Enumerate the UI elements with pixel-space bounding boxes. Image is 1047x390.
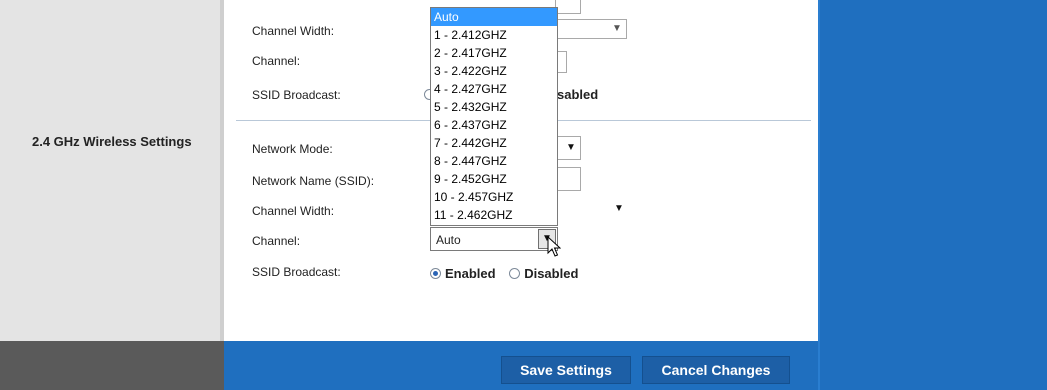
sidebar — [0, 0, 220, 341]
upper-channel-label: Channel: — [252, 54, 301, 68]
save-settings-button[interactable]: Save Settings — [501, 356, 631, 384]
dropdown-option[interactable]: Auto — [431, 8, 557, 26]
ssid-broadcast-options: Enabled Disabled — [430, 266, 578, 281]
dropdown-option[interactable]: 6 - 2.437GHZ — [431, 116, 557, 134]
right-panel — [818, 0, 1047, 390]
ssid-disabled-option[interactable]: Disabled — [509, 266, 578, 281]
upper-ssid-disabled-option[interactable]: sabled — [557, 87, 598, 102]
chevron-down-icon: ▼ — [614, 203, 624, 214]
section-title: 2.4 GHz Wireless Settings — [32, 134, 192, 149]
network-mode-label: Network Mode: — [252, 142, 333, 156]
dropdown-option[interactable]: 7 - 2.442GHZ — [431, 134, 557, 152]
ssid-enabled-radio[interactable] — [430, 268, 441, 279]
cancel-changes-button[interactable]: Cancel Changes — [642, 356, 790, 384]
upper-ssid-broadcast-label: SSID Broadcast: — [252, 88, 341, 102]
ssid-enabled-label: Enabled — [445, 266, 496, 281]
dropdown-option[interactable]: 4 - 2.427GHZ — [431, 80, 557, 98]
right-panel-edge — [818, 0, 820, 390]
upper-network-name-field[interactable] — [555, 0, 581, 14]
chevron-down-icon: ▼ — [566, 142, 576, 153]
channel-width-label: Channel Width: — [252, 204, 335, 218]
ssid-enabled-option[interactable]: Enabled — [430, 266, 496, 281]
channel-label: Channel: — [252, 234, 301, 248]
dropdown-option[interactable]: 10 - 2.457GHZ — [431, 188, 557, 206]
network-mode-select[interactable]: ▼ — [555, 136, 581, 160]
upper-channel-width-select[interactable]: ▼ — [555, 19, 627, 39]
channel-select[interactable]: Auto ▼ — [430, 227, 558, 251]
dropdown-option[interactable]: 8 - 2.447GHZ — [431, 152, 557, 170]
dropdown-option[interactable]: 3 - 2.422GHZ — [431, 62, 557, 80]
dropdown-option[interactable]: 2 - 2.417GHZ — [431, 44, 557, 62]
upper-ssid-disabled-label: sabled — [557, 87, 599, 102]
channel-dropdown-list: Auto 1 - 2.412GHZ 2 - 2.417GHZ 3 - 2.422… — [430, 7, 558, 226]
dropdown-option[interactable]: 9 - 2.452GHZ — [431, 170, 557, 188]
ssid-disabled-radio[interactable] — [509, 268, 521, 279]
footer-left — [0, 341, 224, 390]
ssid-broadcast-label: SSID Broadcast: — [252, 265, 341, 279]
dropdown-option[interactable]: 1 - 2.412GHZ — [431, 26, 557, 44]
network-name-field[interactable] — [555, 167, 581, 191]
cursor-icon — [547, 236, 561, 257]
channel-select-value: Auto — [436, 233, 461, 247]
channel-width-select[interactable]: ▼ — [555, 198, 628, 220]
network-name-label: Network Name (SSID): — [252, 174, 375, 188]
dropdown-option[interactable]: 5 - 2.432GHZ — [431, 98, 557, 116]
chevron-down-icon: ▼ — [612, 23, 622, 34]
ssid-disabled-label: Disabled — [524, 266, 579, 281]
dropdown-option[interactable]: 11 - 2.462GHZ — [431, 206, 557, 224]
upper-channel-width-label: Channel Width: — [252, 24, 335, 38]
